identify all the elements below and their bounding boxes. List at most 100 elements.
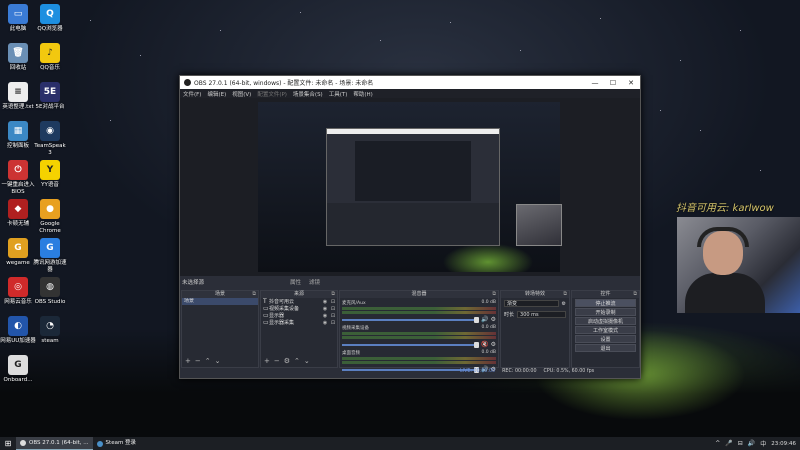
desktop-icon[interactable]: ♪ QQ音乐	[32, 43, 68, 72]
desktop-app-icon: 5E	[40, 82, 60, 102]
volume-slider[interactable]	[342, 341, 480, 348]
undock-icon[interactable]: ⧉	[563, 291, 567, 298]
desktop-icon[interactable]: ⏻ 一键重启进入BIOS	[0, 160, 36, 196]
lock-icon[interactable]: ⊡	[329, 320, 337, 326]
speaker-icon[interactable]: 🔊	[481, 316, 488, 323]
desktop-icon[interactable]: 5E 5E对战平台	[32, 82, 68, 111]
move-up-icon[interactable]: ⌃	[205, 357, 211, 365]
desktop-icon[interactable]: ▦ 控制面板	[0, 121, 36, 150]
add-icon[interactable]: +	[264, 357, 270, 365]
desktop-app-icon: ◐	[8, 316, 28, 336]
mixer-header: 混音器 ⧉	[340, 291, 498, 298]
no-source-selected-label: 未选择源	[182, 280, 205, 286]
menu-scene-collection[interactable]: 场景集合(S)	[293, 90, 323, 98]
volume-slider[interactable]	[342, 316, 480, 323]
desktop-icon[interactable]: ◍ OBS Studio	[32, 277, 68, 306]
gear-icon[interactable]: ⚙	[562, 301, 566, 307]
gear-icon[interactable]: ⚙	[491, 316, 496, 323]
desktop-icon-label: 5E对战平台	[35, 104, 65, 110]
stop-streaming-button[interactable]: 停止推流	[575, 299, 636, 307]
minimize-button[interactable]: —	[586, 79, 604, 87]
sources-footer: + − ⚙ ⌃ ⌄	[264, 357, 310, 365]
volume-icon[interactable]: 🔊	[748, 440, 755, 447]
obs-titlebar[interactable]: OBS 27.0.1 (64-bit, windows) - 配置文件: 未命名…	[180, 76, 640, 89]
move-up-icon[interactable]: ⌃	[294, 357, 300, 365]
close-button[interactable]: ✕	[622, 79, 640, 87]
sources-header: 来源 ⧉	[261, 291, 337, 298]
menu-edit[interactable]: 编辑(E)	[207, 90, 226, 98]
source-item[interactable]: ▭ 视频采集设备 ◉ ⊡	[261, 305, 337, 312]
move-down-icon[interactable]: ⌄	[304, 357, 310, 365]
undock-icon[interactable]: ⧉	[492, 291, 496, 298]
scene-item[interactable]: 场景	[182, 298, 258, 305]
add-icon[interactable]: +	[185, 357, 191, 365]
taskbar-item-obs[interactable]: OBS 27.0.1 (64-bit, ...	[16, 437, 93, 450]
gear-icon[interactable]: ⚙	[284, 357, 290, 365]
volume-slider[interactable]	[342, 366, 480, 373]
start-virtual-camera-button[interactable]: 启动虚拟摄像机	[575, 317, 636, 325]
desktop-icon[interactable]: ● Google Chrome	[32, 199, 68, 235]
lock-icon[interactable]: ⊡	[329, 306, 337, 312]
undock-icon[interactable]: ⧉	[331, 291, 335, 298]
move-down-icon[interactable]: ⌄	[215, 357, 221, 365]
preview-canvas[interactable]	[258, 102, 560, 272]
desktop-icon[interactable]: 🗑 回收站	[0, 43, 36, 72]
taskbar-item-steam[interactable]: Steam 登录	[93, 437, 141, 450]
eye-icon[interactable]: ◉	[321, 313, 329, 319]
eye-icon[interactable]: ◉	[321, 299, 329, 305]
network-icon[interactable]: ⊟	[738, 440, 743, 447]
undock-icon[interactable]: ⧉	[252, 291, 256, 298]
filters-button[interactable]: 滤镜	[309, 278, 320, 286]
source-item[interactable]: ▭ 显示器 ◉ ⊡	[261, 312, 337, 319]
studio-mode-button[interactable]: 工作室模式	[575, 326, 636, 334]
lock-icon[interactable]: ⊡	[329, 299, 337, 305]
desktop-icon[interactable]: Gwegame	[0, 238, 36, 267]
desktop-icon[interactable]: Y YY语音	[32, 160, 68, 189]
desktop-icon[interactable]: Q QQ浏览器	[32, 4, 68, 33]
speaker-icon[interactable]: 🔇	[481, 341, 488, 348]
menu-view[interactable]: 视图(V)	[232, 90, 251, 98]
transition-type-select[interactable]: 渐变	[504, 300, 559, 307]
desktop-icon[interactable]: ◐ 网易UU加速器	[0, 316, 36, 345]
desktop-icon-label: 网易云音乐	[4, 299, 32, 305]
input-method-icon[interactable]: 中	[760, 439, 766, 448]
scenes-footer: + − ⌃ ⌄	[185, 357, 221, 365]
transitions-dock: 转场特效 ⧉ 渐变 ⚙ 时长 300 ms	[500, 290, 570, 368]
exit-button[interactable]: 退出	[575, 344, 636, 352]
undock-icon[interactable]: ⧉	[633, 291, 637, 298]
remove-icon[interactable]: −	[195, 357, 201, 365]
slider-handle[interactable]	[474, 341, 480, 348]
duration-input[interactable]: 300 ms	[517, 311, 566, 318]
source-name: 视频采集设备	[269, 306, 300, 312]
desktop-icon[interactable]: ≡ 英语整理.txt	[0, 82, 36, 111]
start-recording-button[interactable]: 开始录制	[575, 308, 636, 316]
source-toolbar: 属性 滤镜	[290, 278, 320, 286]
source-item[interactable]: ▭ 显示器采集 ◉ ⊡	[261, 319, 337, 326]
desktop-icon[interactable]: ◔ steam	[32, 316, 68, 345]
desktop-icon[interactable]: ◆ 卡顿无辅	[0, 199, 36, 228]
show-hidden-icons-icon[interactable]: ^	[715, 440, 720, 447]
gear-icon[interactable]: ⚙	[491, 341, 496, 348]
desktop-icon[interactable]: ◎ 网易云音乐	[0, 277, 36, 306]
settings-button[interactable]: 设置	[575, 335, 636, 343]
desktop-icon[interactable]: G Onboard...	[0, 355, 36, 384]
clock[interactable]: 23:09:46	[771, 441, 796, 447]
menu-file[interactable]: 文件(F)	[183, 90, 201, 98]
slider-handle[interactable]	[474, 316, 480, 323]
remove-icon[interactable]: −	[274, 357, 280, 365]
source-item[interactable]: T 抖音可用云 ◉ ⊡	[261, 298, 337, 305]
eye-icon[interactable]: ◉	[321, 320, 329, 326]
lock-icon[interactable]: ⊡	[329, 313, 337, 319]
desktop-icon[interactable]: ▭ 此电脑	[0, 4, 36, 33]
maximize-button[interactable]: ☐	[604, 79, 622, 87]
start-button[interactable]: ⊞	[0, 439, 16, 448]
desktop-icon[interactable]: G 腾讯网游加速器	[32, 238, 68, 274]
menu-help[interactable]: 帮助(H)	[353, 90, 372, 98]
desktop-icon-label: QQ浏览器	[37, 26, 63, 32]
eye-icon[interactable]: ◉	[321, 306, 329, 312]
desktop-icon[interactable]: ◉ TeamSpeak 3	[32, 121, 68, 157]
menu-tools[interactable]: 工具(T)	[329, 90, 348, 98]
menu-profile[interactable]: 配置文件(P)	[257, 90, 287, 98]
properties-button[interactable]: 属性	[290, 278, 301, 286]
microphone-icon[interactable]: 🎤	[725, 440, 732, 447]
